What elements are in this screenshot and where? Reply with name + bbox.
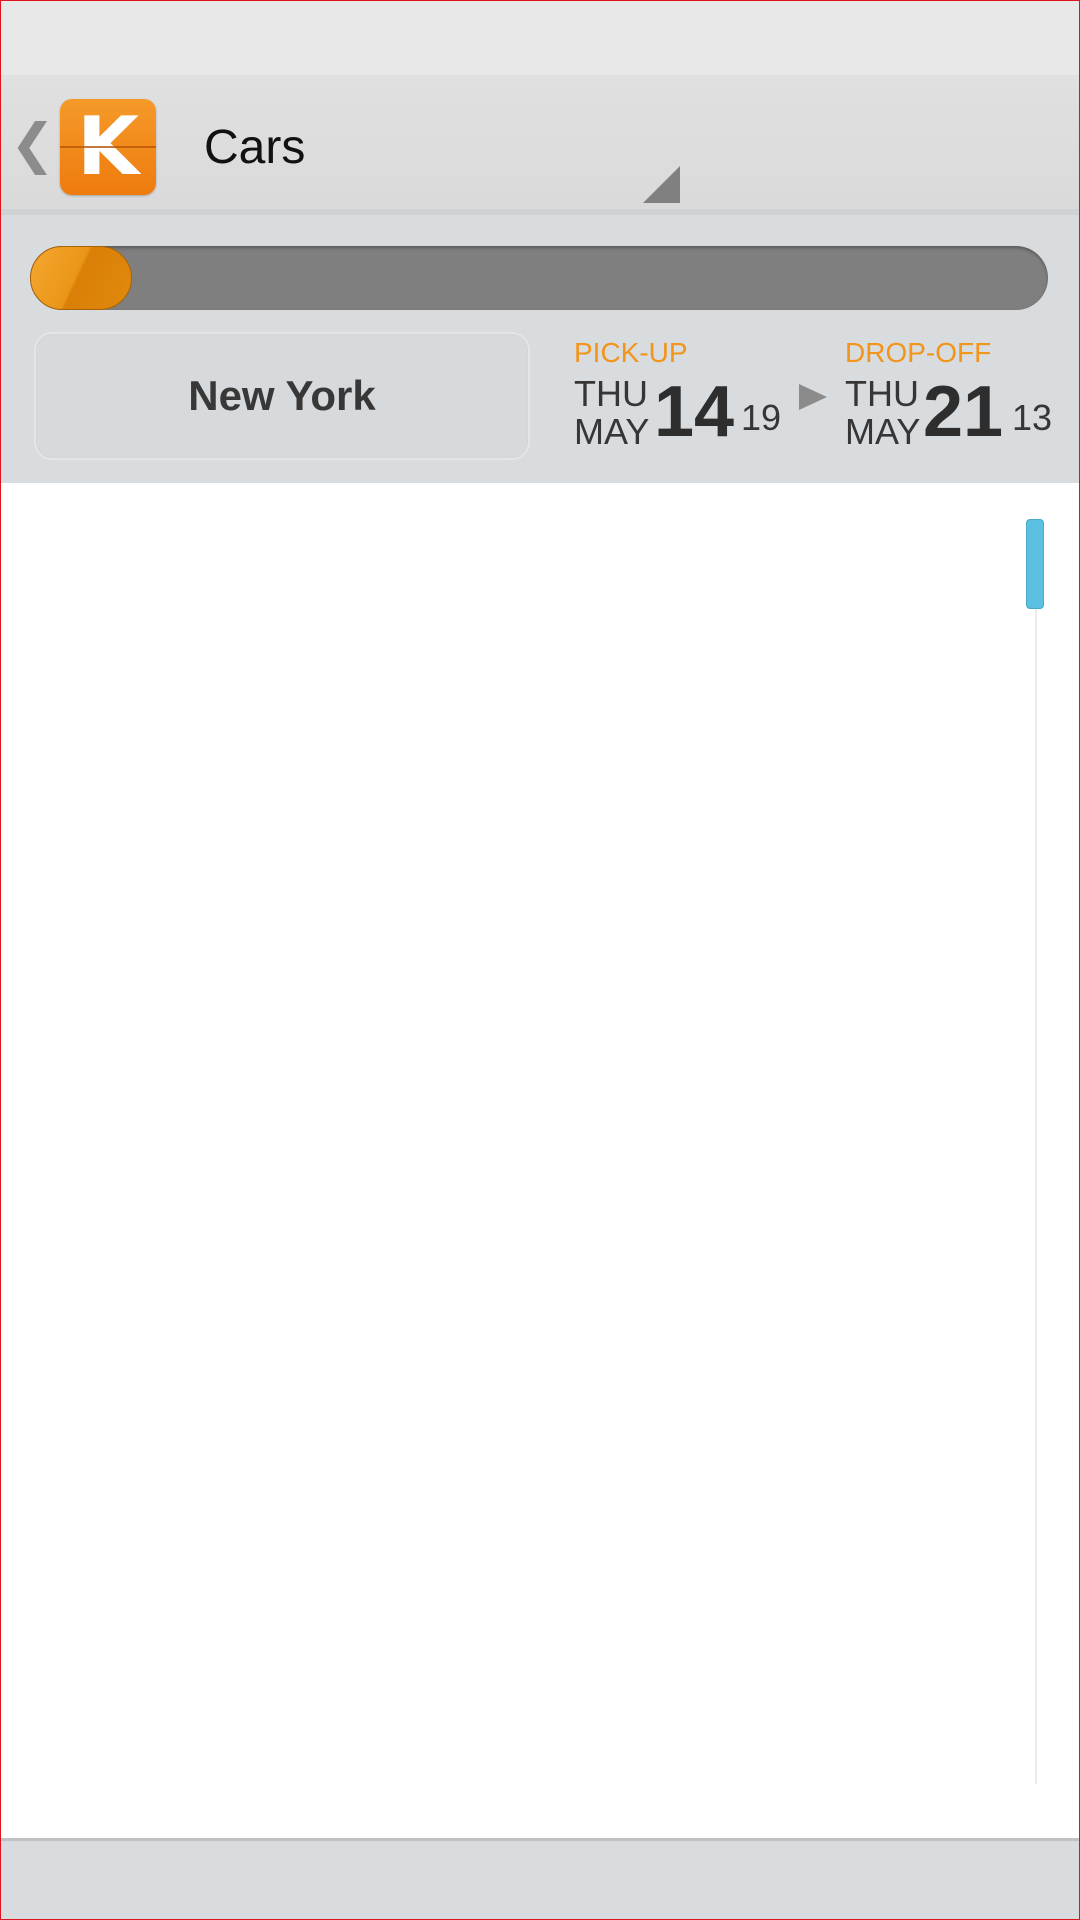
dropoff-time: 13	[1012, 397, 1053, 438]
pickup-month: MAY	[574, 411, 650, 452]
dropdown-triangle-icon[interactable]	[643, 166, 680, 203]
dropoff-caption: DROP-OFF	[845, 337, 992, 368]
page-title[interactable]: Cars	[204, 120, 305, 175]
search-progress-bar	[30, 246, 1048, 310]
location-button[interactable]: New York	[34, 332, 530, 460]
scrollbar-track[interactable]	[1035, 519, 1037, 1784]
logo-fold-line	[60, 146, 156, 148]
bottom-bar	[0, 1838, 1080, 1920]
pickup-date[interactable]: PICK-UP THU MAY 14 19	[574, 337, 784, 467]
pickup-day-of-week: THU	[574, 373, 648, 414]
location-label: New York	[188, 372, 376, 419]
search-progress-fill	[30, 246, 132, 310]
search-panel: New York PICK-UP THU MAY 14 19 DROP-OFF …	[0, 215, 1080, 483]
status-bar	[0, 0, 1080, 75]
dropoff-month: MAY	[845, 411, 921, 452]
app-logo[interactable]: K	[60, 99, 156, 195]
results-list[interactable]	[0, 483, 1080, 1838]
scrollbar-thumb[interactable]	[1026, 519, 1044, 609]
action-bar: ❮ K Cars	[0, 75, 1080, 215]
pickup-time: 19	[741, 397, 782, 438]
dropoff-day-of-week: THU	[845, 373, 919, 414]
dropoff-day: 21	[923, 372, 1004, 452]
pickup-day: 14	[654, 372, 735, 452]
pickup-caption: PICK-UP	[574, 337, 688, 368]
play-arrow-icon	[799, 384, 827, 410]
dropoff-date[interactable]: DROP-OFF THU MAY 21 13	[845, 337, 1065, 467]
back-chevron-icon[interactable]: ❮	[10, 117, 55, 171]
